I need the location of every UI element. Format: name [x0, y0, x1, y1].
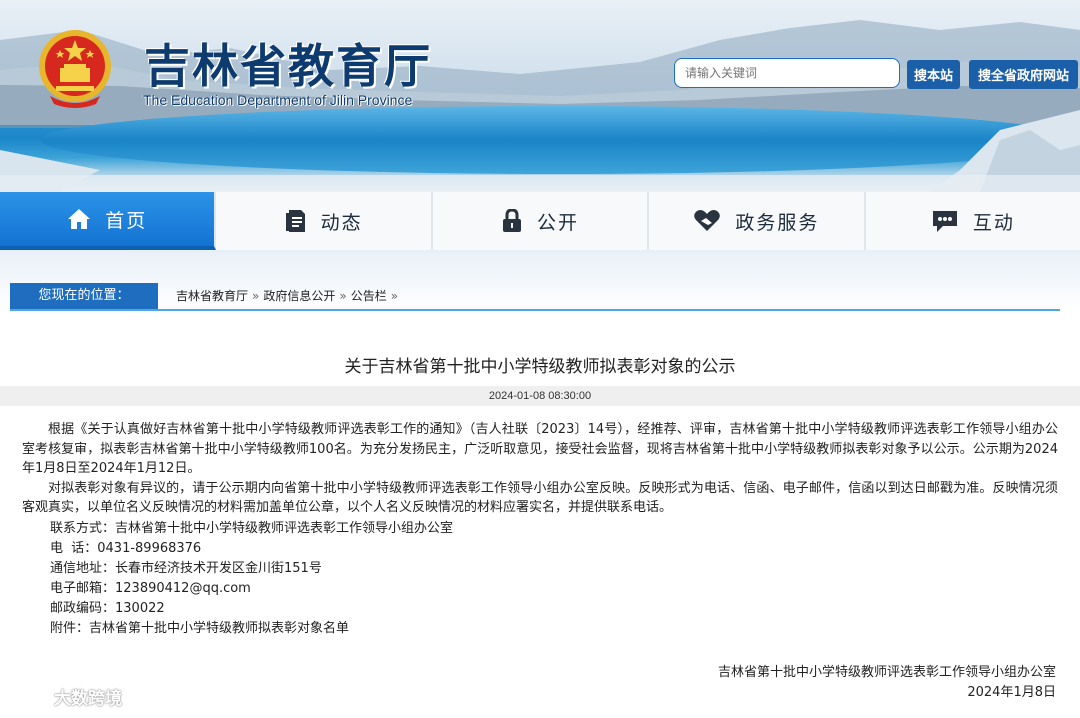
nav-item-label: 互动 [972, 211, 1015, 234]
contact-postcode: 邮政编码：130022 [50, 601, 165, 616]
nav-item-news[interactable]: 动态 [216, 192, 433, 250]
heart-hand-icon [694, 210, 721, 231]
breadcrumb-separator: » [390, 289, 399, 303]
breadcrumb-separator: » [339, 289, 347, 303]
article-paragraph: 根据《关于认真做好吉林省第十批中小学特级教师评选表彰工作的通知》（吉人社联〔20… [22, 422, 1058, 476]
contact-address: 通信地址：长春市经济技术开发区金川街151号 [50, 561, 322, 576]
site-subtitle: The Education Department of Jilin Provin… [143, 92, 413, 108]
nav-item-label: 首页 [105, 209, 148, 232]
attachment-link[interactable]: 附件：吉林省第十批中小学特级教师拟表彰对象名单 [50, 619, 349, 639]
article-paragraph: 对拟表彰对象有异议的，请于公示期内向省第十批中小学特级教师评选表彰工作领导小组办… [22, 480, 1058, 516]
nav-item-label: 公开 [537, 211, 580, 234]
nav-item-interact[interactable]: 互动 [865, 192, 1080, 250]
chat-icon [932, 211, 957, 232]
watermark-logo-icon [10, 688, 47, 705]
document-icon [285, 210, 305, 232]
lock-icon [503, 209, 521, 232]
home-icon [68, 209, 91, 229]
breadcrumb-link-home[interactable]: 吉林省教育厅 [176, 283, 248, 309]
main-nav: 首页 动态 公开 政务服务 互动 [0, 192, 1080, 250]
breadcrumb-path: 吉林省教育厅 » 政府信息公开 » 公告栏 » [176, 283, 398, 309]
contact-phone: 电 话：0431-89968376 [50, 541, 202, 556]
nav-item-home[interactable]: 首页 [0, 192, 217, 250]
nav-item-label: 动态 [320, 211, 363, 234]
national-emblem-icon [39, 30, 111, 108]
site-title: 吉林省教育厅 [144, 39, 432, 93]
signature-org: 吉林省第十批中小学特级教师评选表彰工作领导小组办公室 [717, 665, 1056, 680]
watermark: 大数跨境 [10, 684, 122, 709]
search-gov-button[interactable]: 搜全省政府网站 [969, 60, 1078, 89]
search-input[interactable] [674, 58, 900, 88]
signature-date: 2024年1月8日 [967, 685, 1056, 700]
nav-item-services[interactable]: 政务服务 [649, 192, 866, 250]
watermark-text: 大数跨境 [54, 689, 122, 709]
nav-item-open[interactable]: 公开 [432, 192, 650, 250]
breadcrumb-label: 您现在的位置： [10, 283, 158, 309]
breadcrumb-separator: » [252, 289, 260, 303]
breadcrumb-link-info[interactable]: 政府信息公开 [263, 283, 335, 309]
article-date: 2024-01-08 08:30:00 [0, 386, 1080, 406]
contact-info: 联系方式：吉林省第十批中小学特级教师评选表彰工作领导小组办公室 [50, 521, 454, 536]
search-site-button[interactable]: 搜本站 [907, 60, 960, 89]
article-body: 根据《关于认真做好吉林省第十批中小学特级教师评选表彰工作的通知》（吉人社联〔20… [22, 420, 1058, 518]
nav-item-label: 政务服务 [735, 211, 820, 234]
article-title: 关于吉林省第十批中小学特级教师拟表彰对象的公示 [344, 357, 736, 377]
contact-email: 电子邮箱：123890412@qq.com [50, 581, 251, 596]
breadcrumb: 您现在的位置： 吉林省教育厅 » 政府信息公开 » 公告栏 » [10, 283, 1060, 311]
breadcrumb-link-notice[interactable]: 公告栏 [351, 283, 387, 309]
header-banner: 吉林省教育厅 The Education Department of Jilin… [0, 0, 1080, 192]
